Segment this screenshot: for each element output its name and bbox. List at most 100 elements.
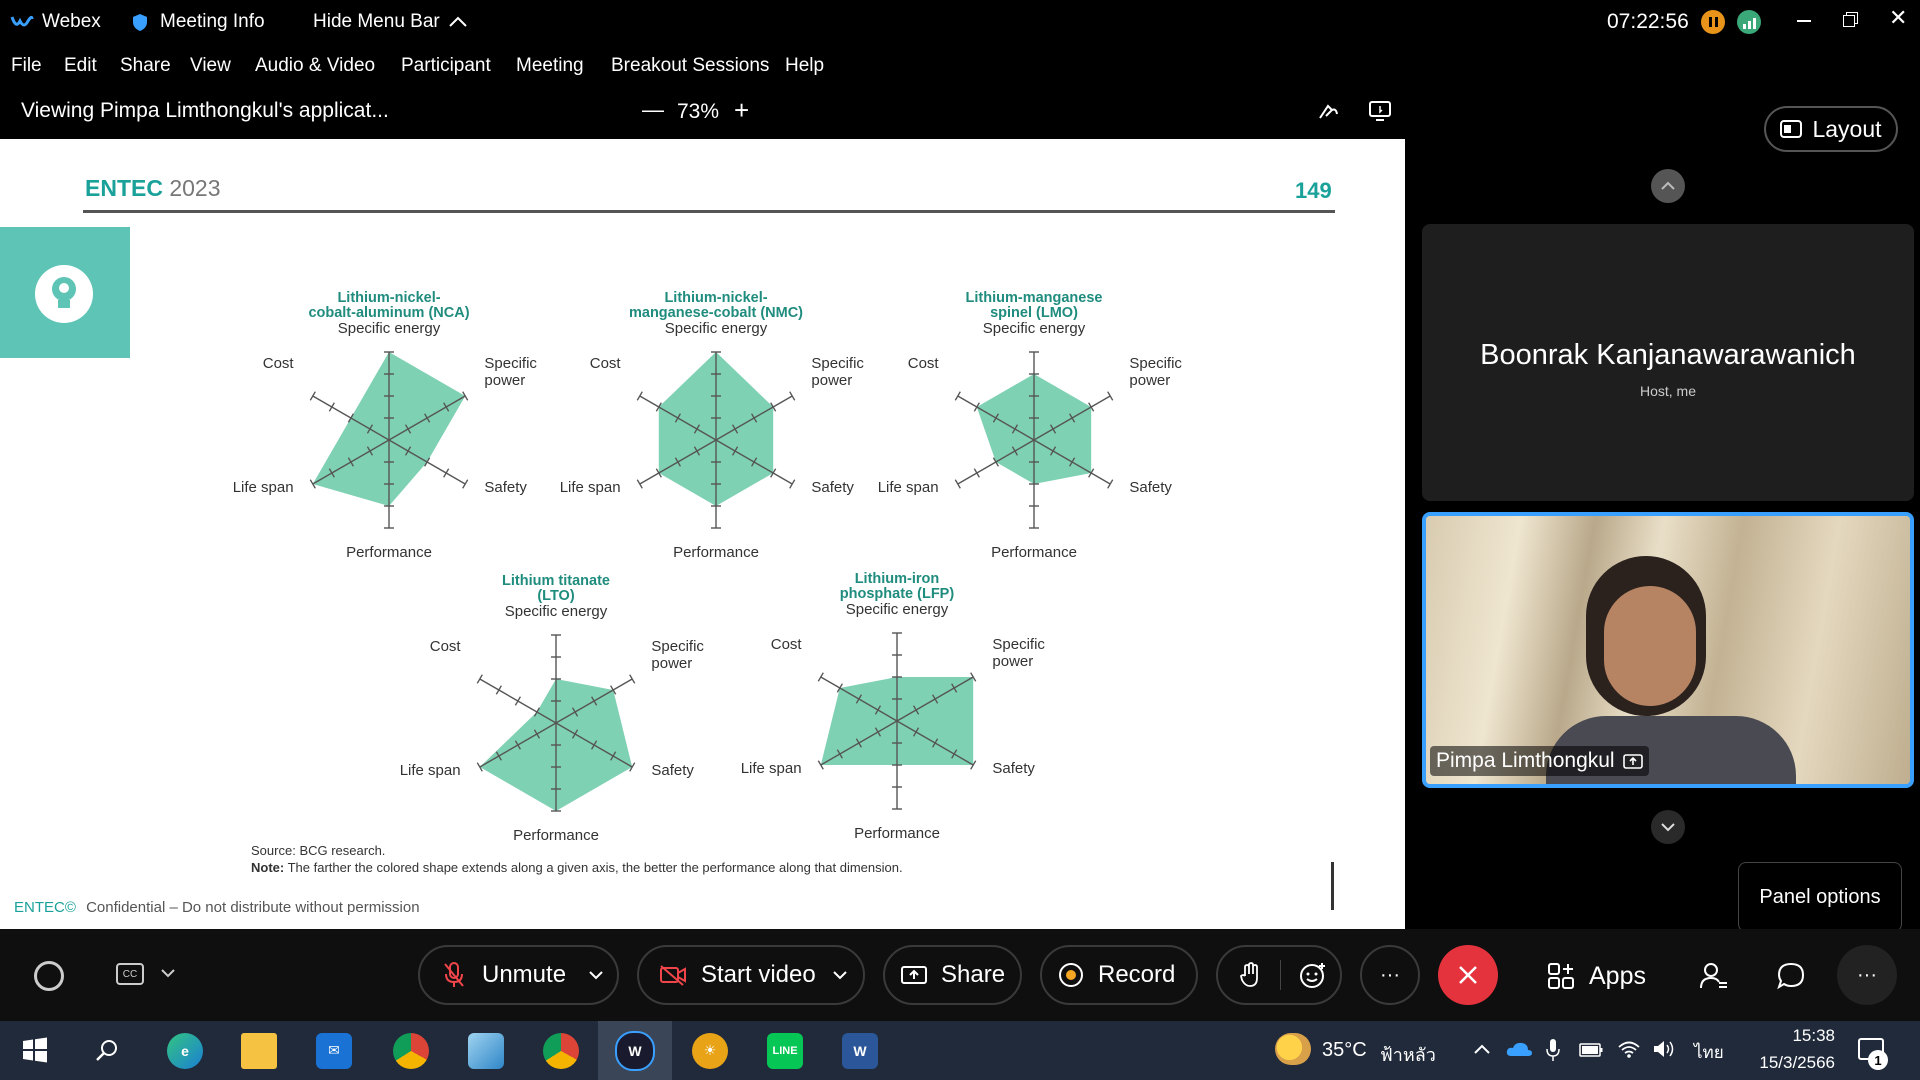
clock-date[interactable]: 15/3/2566 (1745, 1053, 1835, 1073)
hide-menu-bar-button[interactable]: Hide Menu Bar (313, 0, 468, 44)
line-app-icon[interactable]: LINE (752, 1021, 818, 1080)
radar-tick (789, 391, 796, 401)
radar-axis-label: Life span (878, 479, 939, 496)
unmute-button[interactable]: Unmute (418, 945, 619, 1005)
word-icon[interactable]: W (827, 1021, 893, 1080)
radar-axis-label: power (1129, 372, 1170, 389)
radar-tick (954, 391, 961, 401)
radar-title: cobalt-aluminum (NCA) (308, 305, 469, 321)
muted-mic-icon (444, 962, 464, 987)
menu-share[interactable]: Share (120, 44, 171, 88)
chevron-down-icon (1661, 823, 1675, 832)
radar-axis-label: Specific energy (846, 601, 949, 618)
menu-file[interactable]: File (11, 44, 42, 88)
microphone-icon[interactable] (1546, 1038, 1560, 1062)
participant-face (1604, 586, 1696, 706)
meeting-info-button[interactable]: Meeting Info (132, 0, 265, 44)
radar-tick (817, 672, 824, 682)
network-health-icon[interactable] (1737, 10, 1761, 34)
radar-tick (789, 479, 796, 489)
restore-icon[interactable] (1843, 12, 1858, 27)
remote-control-icon[interactable] (1368, 100, 1392, 122)
chat-icon[interactable] (1776, 961, 1806, 991)
radar-axis-label: Cost (908, 355, 940, 372)
wifi-icon[interactable] (1617, 1039, 1641, 1059)
participant-panel (1405, 88, 1920, 929)
video-off-icon (660, 965, 686, 986)
scroll-up-button[interactable] (1651, 169, 1685, 203)
mail-icon[interactable]: ✉ (301, 1021, 367, 1080)
file-explorer-icon[interactable] (226, 1021, 292, 1080)
menu-participant[interactable]: Participant (401, 44, 491, 88)
radar-tick (495, 685, 502, 695)
radar-axis-label: Life span (741, 760, 802, 777)
notification-count-badge: 1 (1868, 1050, 1888, 1070)
scroll-down-button[interactable] (1651, 810, 1685, 844)
battery-icon[interactable] (1579, 1042, 1603, 1058)
chrome-profile-icon[interactable] (378, 1021, 444, 1080)
layout-button[interactable]: Layout (1764, 106, 1898, 152)
chevron-up-icon[interactable] (1473, 1043, 1491, 1055)
game-app-icon[interactable]: ☀ (677, 1021, 743, 1080)
close-icon[interactable]: ✕ (1889, 7, 1907, 29)
annotate-icon[interactable] (1317, 100, 1341, 122)
menu-audio-video[interactable]: Audio & Video (255, 44, 375, 88)
radar-axis-label: Life span (400, 762, 461, 779)
more-panels-button[interactable]: ··· (1837, 945, 1897, 1005)
radar-tick (629, 674, 636, 684)
zoom-out-button[interactable]: — (642, 97, 664, 123)
start-video-button[interactable]: Start video (637, 945, 865, 1005)
radar-tick (1107, 479, 1114, 489)
battery-radar-charts: Specific energySpecificpowerSafetyPerfor… (233, 290, 1183, 844)
clock-time[interactable]: 15:38 (1745, 1026, 1835, 1046)
search-icon[interactable] (95, 1038, 119, 1062)
menu-edit[interactable]: Edit (64, 44, 97, 88)
radar-title: Lithium titanate (502, 573, 610, 589)
radar-axis-label: Life span (233, 479, 294, 496)
radar-tick (973, 468, 980, 478)
zoom-in-button[interactable]: + (734, 95, 749, 126)
weather-icon[interactable] (1275, 1033, 1311, 1065)
pause-recording-icon[interactable] (1701, 10, 1725, 34)
minimize-icon[interactable] (1797, 20, 1811, 22)
chrome-icon[interactable] (528, 1021, 594, 1080)
chevron-down-icon[interactable] (832, 970, 848, 980)
participant-video-tile[interactable]: Pimpa Limthongkul (1422, 512, 1914, 788)
notes-app-icon[interactable] (453, 1021, 519, 1080)
volume-icon[interactable] (1652, 1039, 1676, 1059)
windows-start-icon[interactable] (22, 1037, 48, 1063)
record-button[interactable]: Record (1040, 945, 1198, 1005)
radar-tick (476, 674, 483, 684)
host-tile[interactable]: Boonrak Kanjanawarawanich Host, me (1422, 224, 1914, 501)
weather-temp[interactable]: 35°C (1322, 1039, 1367, 1062)
onedrive-icon[interactable] (1505, 1040, 1533, 1058)
radar-axis-label: power (992, 653, 1033, 670)
leave-meeting-button[interactable] (1438, 945, 1498, 1005)
ai-assistant-icon[interactable] (34, 961, 64, 991)
share-button[interactable]: Share (883, 945, 1022, 1005)
raise-hand-icon[interactable] (1238, 962, 1262, 988)
chevron-down-icon[interactable] (588, 970, 604, 980)
weather-condition[interactable]: ฟ้าหลัว (1380, 1040, 1436, 1069)
menu-breakout-sessions[interactable]: Breakout Sessions (611, 44, 769, 88)
emoji-reaction-icon[interactable] (1299, 961, 1327, 989)
radar-tick (443, 468, 450, 478)
webex-taskbar-icon[interactable]: W (598, 1021, 672, 1080)
radar-title: manganese-cobalt (NMC) (629, 305, 803, 321)
menu-meeting[interactable]: Meeting (516, 44, 584, 88)
chevron-up-icon (1661, 181, 1675, 190)
menu-help[interactable]: Help (785, 44, 824, 88)
edge-icon[interactable]: e (152, 1021, 218, 1080)
menu-view[interactable]: View (190, 44, 231, 88)
chevron-down-icon[interactable] (160, 968, 176, 978)
closed-captions-icon[interactable]: CC (116, 963, 144, 985)
participants-icon[interactable] (1699, 961, 1729, 991)
input-language[interactable]: ไทย (1694, 1039, 1724, 1066)
radar-axis-label: Specific (484, 355, 537, 372)
apps-button[interactable]: Apps (1547, 958, 1646, 994)
radar-title: (LTO) (537, 588, 574, 604)
panel-options-button[interactable]: Panel options (1738, 862, 1902, 932)
radar-axis-label: power (484, 372, 525, 389)
host-name: Boonrak Kanjanawarawanich (1480, 339, 1856, 371)
more-options-button[interactable]: ··· (1360, 945, 1420, 1005)
